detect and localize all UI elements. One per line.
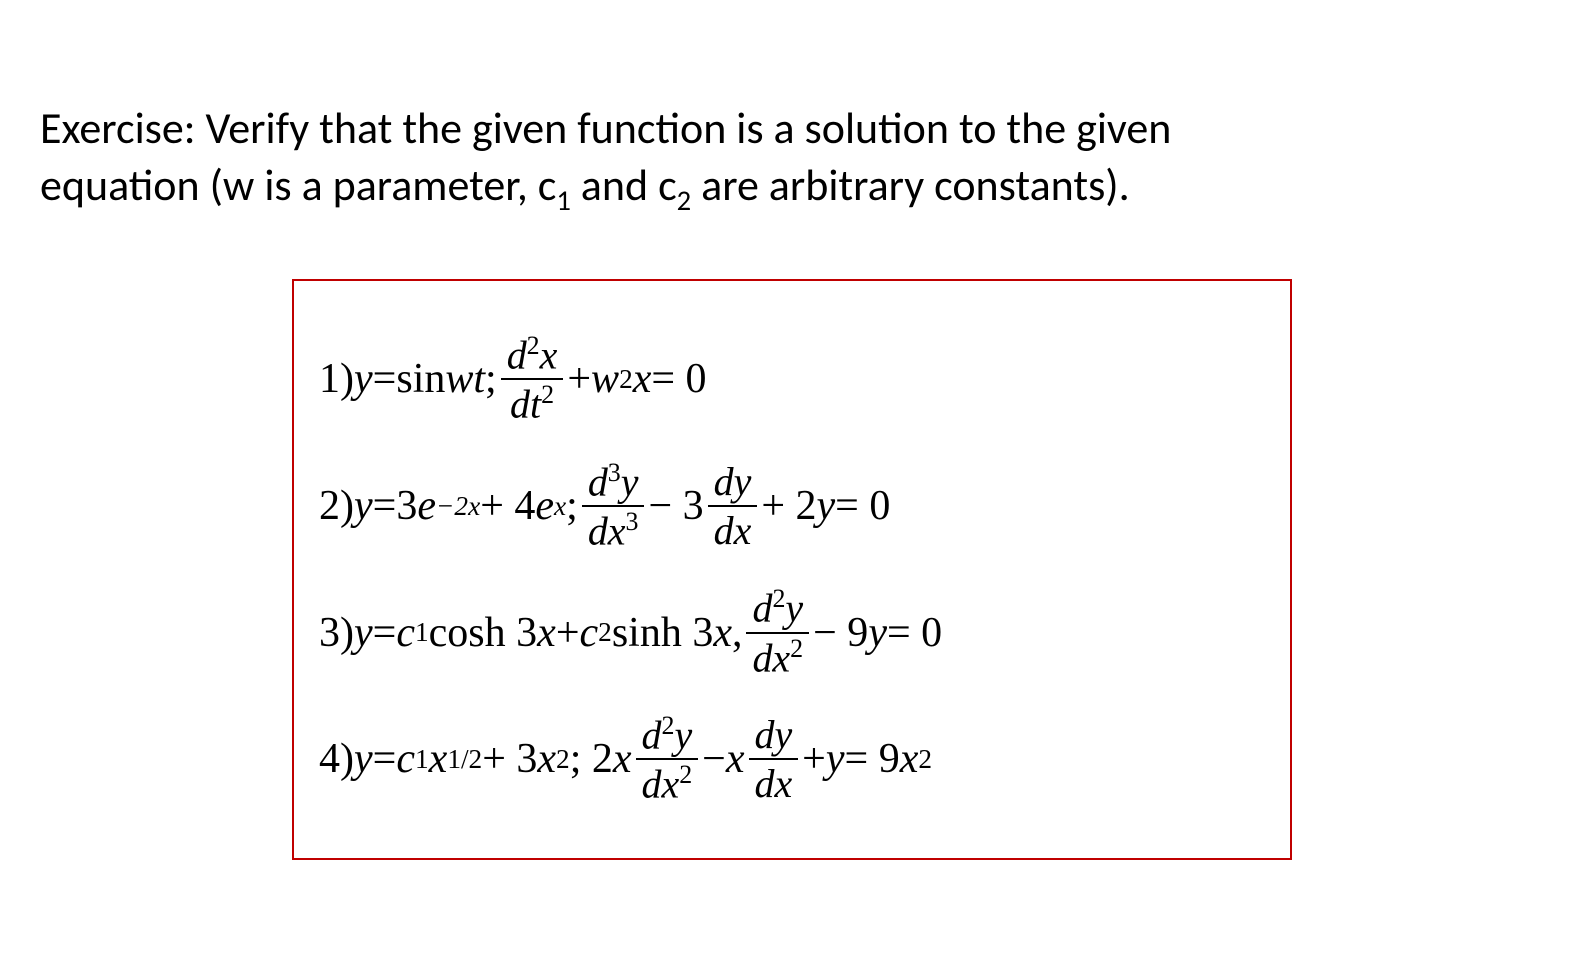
p3-frac: d2y dx2 bbox=[746, 584, 809, 681]
p2-sep: ; bbox=[566, 482, 578, 530]
header-sub2: 2 bbox=[677, 183, 692, 218]
p4-eq9: = 9 bbox=[845, 735, 900, 783]
p2-three: 3 bbox=[396, 482, 417, 530]
p4-f1-bot: dx2 bbox=[636, 760, 699, 807]
header-line2b: and c bbox=[571, 158, 677, 212]
p4-half: 1/2 bbox=[447, 744, 482, 775]
p1-eq: = bbox=[373, 355, 397, 403]
p2-exp2: x bbox=[554, 491, 566, 522]
p4-frac2: dy dx bbox=[749, 711, 799, 807]
p4-sq: 2 bbox=[556, 744, 570, 775]
p2-f2-top: dy bbox=[708, 458, 758, 507]
p4-f1-top: d2y bbox=[636, 711, 699, 760]
p1-label: 1) bbox=[319, 355, 354, 403]
p2-zero: = 0 bbox=[835, 482, 890, 530]
p1-w: w bbox=[591, 355, 619, 403]
p3-x2: x bbox=[713, 609, 732, 657]
p1-frac-bot: dt2 bbox=[501, 380, 564, 427]
p3-x1: x bbox=[537, 609, 556, 657]
exercise-header: Exercise: Verify that the given function… bbox=[40, 100, 1544, 219]
p2-plus2y: + 2 bbox=[761, 482, 816, 530]
p1-zero: = 0 bbox=[651, 355, 706, 403]
p3-f-bot: dx2 bbox=[746, 634, 809, 681]
p3-yv: y bbox=[868, 609, 887, 657]
p3-comma: , bbox=[732, 609, 743, 657]
p2-exp1: −2x bbox=[436, 491, 480, 522]
p4-s1: 1 bbox=[415, 744, 429, 775]
p3-sinh: sinh 3 bbox=[612, 609, 714, 657]
header-line1: Exercise: Verify that the given function… bbox=[40, 101, 1171, 155]
header-line2a: equation (w is a parameter, c bbox=[40, 158, 556, 212]
p3-s2: 2 bbox=[598, 617, 612, 648]
p4-sep: ; 2 bbox=[570, 735, 613, 783]
p4-xv2: x bbox=[726, 735, 745, 783]
problem-3: 3) y = c1 cosh 3x + c2 sinh 3x , d2y dx2… bbox=[319, 584, 1265, 681]
p4-yv: y bbox=[826, 735, 845, 783]
p4-sq2: 2 bbox=[918, 744, 932, 775]
p3-c2: c bbox=[580, 609, 599, 657]
p4-y: y bbox=[354, 735, 373, 783]
p2-f1-bot: dx3 bbox=[582, 507, 645, 554]
p2-plus1: + 4 bbox=[480, 482, 535, 530]
p3-plus: + bbox=[556, 609, 580, 657]
p4-plus3: + 3 bbox=[482, 735, 537, 783]
problems-box: 1) y = sin wt ; d2x dt2 + w2 x = 0 2) y … bbox=[292, 279, 1292, 859]
p4-xv3: x bbox=[900, 735, 919, 783]
p4-x2: x bbox=[537, 735, 556, 783]
p3-zero: = 0 bbox=[887, 609, 942, 657]
p1-x: x bbox=[633, 355, 652, 403]
p4-eq: = bbox=[373, 735, 397, 783]
p1-wsup: 2 bbox=[619, 364, 633, 395]
p1-frac-top: d2x bbox=[501, 331, 564, 380]
p4-frac1: d2y dx2 bbox=[636, 711, 699, 808]
p2-e2: e bbox=[535, 482, 554, 530]
p2-f2-bot: dx bbox=[708, 507, 758, 554]
p3-c1: c bbox=[396, 609, 415, 657]
p4-f2-bot: dx bbox=[749, 760, 799, 807]
p2-e1: e bbox=[417, 482, 436, 530]
p3-f-top: d2y bbox=[746, 584, 809, 633]
p4-xv: x bbox=[613, 735, 632, 783]
p3-s1: 1 bbox=[415, 617, 429, 648]
p2-f1-top: d3y bbox=[582, 458, 645, 507]
p4-x: x bbox=[429, 735, 448, 783]
p4-c: c bbox=[396, 735, 415, 783]
p4-mx: − bbox=[702, 735, 726, 783]
p2-eq: = bbox=[373, 482, 397, 530]
p3-m9: − 9 bbox=[813, 609, 868, 657]
p4-label: 4) bbox=[319, 735, 354, 783]
p3-cosh: cosh 3 bbox=[429, 609, 538, 657]
problem-1: 1) y = sin wt ; d2x dt2 + w2 x = 0 bbox=[319, 331, 1265, 428]
p2-frac2: dy dx bbox=[708, 458, 758, 554]
p1-wt: wt bbox=[445, 355, 485, 403]
p2-label: 2) bbox=[319, 482, 354, 530]
p4-f2-top: dy bbox=[749, 711, 799, 760]
p3-y: y bbox=[354, 609, 373, 657]
problem-2: 2) y = 3 e−2x + 4 ex ; d3y dx3 − 3 dy dx… bbox=[319, 458, 1265, 555]
header-sub1: 1 bbox=[556, 183, 571, 218]
p3-eq: = bbox=[373, 609, 397, 657]
p4-py: + bbox=[802, 735, 826, 783]
p3-label: 3) bbox=[319, 609, 354, 657]
p1-sin: sin bbox=[396, 355, 445, 403]
p2-y: y bbox=[354, 482, 373, 530]
p2-minus3: − 3 bbox=[648, 482, 703, 530]
p1-plus: + bbox=[567, 355, 591, 403]
p1-frac: d2x dt2 bbox=[501, 331, 564, 428]
p2-frac1: d3y dx3 bbox=[582, 458, 645, 555]
header-line2c: are arbitrary constants). bbox=[691, 158, 1130, 212]
p1-y: y bbox=[354, 355, 373, 403]
p2-yvar: y bbox=[817, 482, 836, 530]
problem-4: 4) y = c1 x1/2 + 3 x2 ; 2 x d2y dx2 − x … bbox=[319, 711, 1265, 808]
p1-sep: ; bbox=[485, 355, 497, 403]
